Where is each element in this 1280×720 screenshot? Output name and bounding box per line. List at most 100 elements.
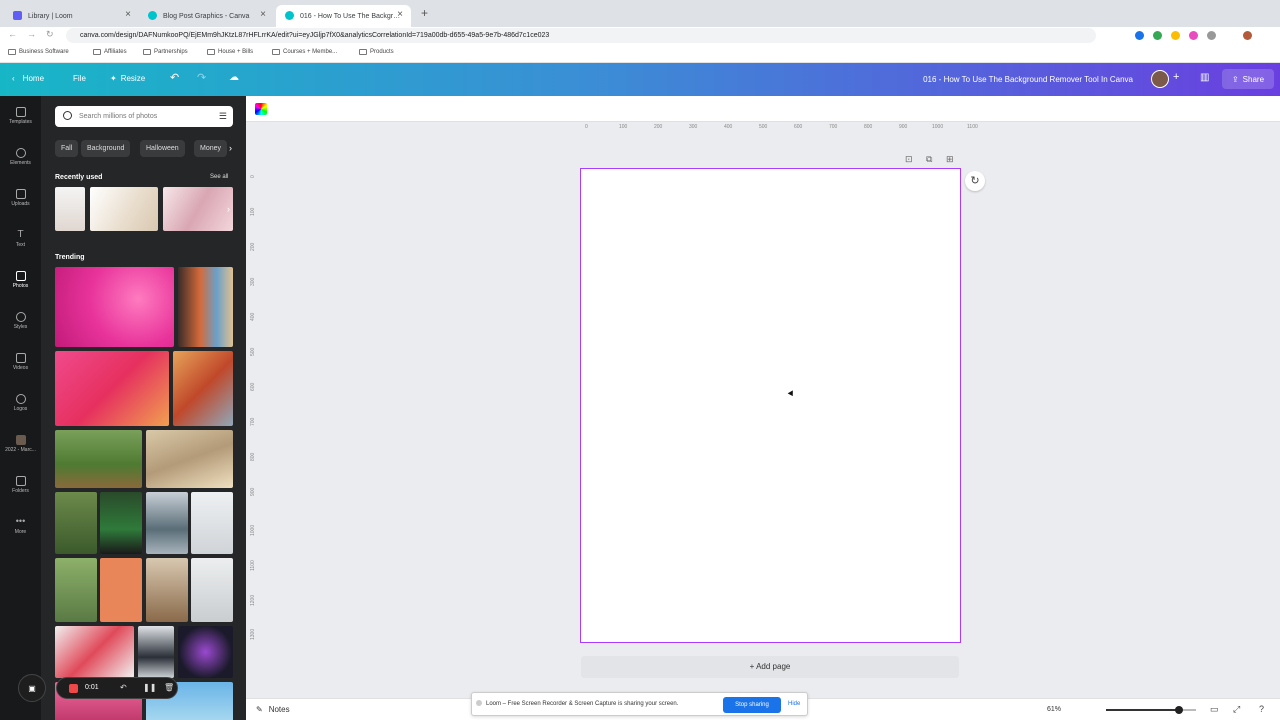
- design-page[interactable]: [580, 168, 961, 643]
- extension-icon[interactable]: [1135, 31, 1144, 40]
- zoom-level[interactable]: 61%: [1047, 706, 1061, 713]
- forward-icon[interactable]: →: [27, 29, 36, 39]
- bookmark-business-software[interactable]: Business Software: [8, 49, 69, 55]
- add-collaborator-icon[interactable]: +: [1173, 71, 1179, 83]
- photo-thumbnail[interactable]: [55, 492, 97, 554]
- photo-thumbnail[interactable]: [55, 267, 174, 347]
- extension-icon[interactable]: [1171, 31, 1180, 40]
- profile-avatar-icon[interactable]: [1243, 31, 1252, 40]
- tab-loom-library[interactable]: Library | Loom ×: [4, 5, 139, 27]
- restart-icon[interactable]: ↶: [120, 683, 127, 692]
- pause-icon[interactable]: ❚❚: [143, 683, 156, 692]
- bookmark-courses[interactable]: Courses + Membe...: [272, 49, 337, 55]
- photo-thumbnail[interactable]: [173, 351, 233, 426]
- photo-thumbnail[interactable]: [146, 430, 233, 488]
- zoom-slider-handle[interactable]: [1175, 706, 1184, 714]
- chip-background[interactable]: Background: [81, 140, 131, 157]
- folder-icon: [8, 49, 16, 55]
- photo-thumbnail[interactable]: [55, 351, 169, 426]
- background-color-swatch[interactable]: [255, 103, 267, 115]
- bookmark-affiliates[interactable]: Affiliates: [93, 49, 127, 55]
- home-button[interactable]: ‹ Home: [12, 74, 44, 83]
- page-count-icon[interactable]: ▭: [1210, 704, 1219, 715]
- close-icon[interactable]: ×: [397, 9, 403, 20]
- extensions-puzzle-icon[interactable]: [1207, 31, 1216, 40]
- url-field[interactable]: canva.com/design/DAFNumkooPQ/EjEMm9hJKtz…: [66, 28, 1096, 43]
- stop-recording-icon[interactable]: [69, 684, 78, 693]
- insights-icon[interactable]: ▥: [1200, 72, 1209, 83]
- extension-icon[interactable]: [1153, 31, 1162, 40]
- photo-thumbnail[interactable]: [138, 626, 174, 678]
- photo-thumbnail[interactable]: [178, 267, 233, 347]
- redo-icon[interactable]: ↷: [197, 71, 206, 84]
- rail-text[interactable]: T Text: [0, 230, 41, 249]
- add-page-icon[interactable]: ⊞: [946, 154, 954, 165]
- chip-fall[interactable]: Fall: [55, 140, 79, 157]
- bookmark-partnerships[interactable]: Partnerships: [143, 49, 188, 55]
- horizontal-ruler: 0 100 200 300 400 500 600 700 800 900 10…: [580, 124, 1000, 134]
- chip-halloween[interactable]: Halloween: [140, 140, 185, 157]
- chevron-right-icon[interactable]: ›: [227, 204, 230, 214]
- back-icon[interactable]: ←: [8, 29, 17, 39]
- camera-toggle-icon[interactable]: ▣: [18, 674, 46, 702]
- tab-blog-post-graphics[interactable]: Blog Post Graphics - Canva ×: [139, 5, 274, 27]
- chevron-right-icon[interactable]: ›: [229, 143, 232, 153]
- photo-thumbnail[interactable]: [191, 492, 233, 554]
- cloud-saved-icon[interactable]: ☁: [229, 72, 239, 83]
- undo-icon[interactable]: ↶: [170, 71, 179, 84]
- fullscreen-icon[interactable]: ⤢: [1233, 704, 1240, 715]
- add-page-button[interactable]: + Add page: [581, 656, 959, 678]
- filter-icon[interactable]: ☰: [219, 111, 227, 122]
- context-toolbar: [246, 96, 1280, 122]
- rail-more[interactable]: ••• More: [0, 517, 41, 536]
- photo-thumbnail[interactable]: [163, 187, 233, 231]
- tab-current-design[interactable]: 016 - How To Use The Backgr… ×: [276, 5, 411, 27]
- rail-logos[interactable]: Logos: [0, 394, 41, 412]
- new-tab-icon[interactable]: +: [421, 6, 428, 20]
- photo-thumbnail[interactable]: [191, 558, 233, 622]
- rail-elements[interactable]: Elements: [0, 148, 41, 166]
- photo-thumbnail[interactable]: [146, 558, 188, 622]
- avatar[interactable]: [1151, 70, 1169, 88]
- rail-videos[interactable]: Videos: [0, 353, 41, 371]
- help-icon[interactable]: ?: [1259, 704, 1264, 714]
- zoom-slider[interactable]: [1106, 706, 1196, 714]
- photo-thumbnail[interactable]: [55, 430, 142, 488]
- lock-icon[interactable]: ⊡: [905, 154, 913, 165]
- share-button[interactable]: ⇪ Share: [1222, 69, 1274, 89]
- bookmark-products[interactable]: Products: [359, 49, 394, 55]
- chip-money[interactable]: Money: [194, 140, 228, 157]
- delete-icon[interactable]: 🗑: [164, 683, 174, 692]
- rail-styles[interactable]: Styles: [0, 312, 41, 330]
- photo-thumbnail[interactable]: [100, 558, 142, 622]
- photo-thumbnail[interactable]: [55, 558, 97, 622]
- see-all-link[interactable]: See all: [210, 174, 228, 180]
- refresh-icon[interactable]: ↻: [965, 171, 985, 191]
- stop-sharing-button[interactable]: Stop sharing: [723, 697, 781, 713]
- reload-icon[interactable]: ↻: [46, 29, 54, 40]
- resize-button[interactable]: ✦ Resize: [110, 74, 145, 83]
- rail-photos[interactable]: Photos: [0, 271, 41, 289]
- bookmark-house-bills[interactable]: House + Bills: [207, 49, 253, 55]
- search-input[interactable]: Search millions of photos ☰: [55, 106, 233, 127]
- extension-icon[interactable]: [1189, 31, 1198, 40]
- photo-thumbnail[interactable]: [55, 187, 85, 231]
- photo-thumbnail[interactable]: [90, 187, 158, 231]
- rail-folder-2022[interactable]: 2022 - Marc...: [0, 435, 41, 453]
- document-title[interactable]: 016 - How To Use The Background Remover …: [923, 75, 1133, 84]
- file-menu-button[interactable]: File: [73, 74, 86, 83]
- notes-button[interactable]: ✎ Notes: [256, 705, 290, 714]
- hide-button[interactable]: Hide: [788, 701, 800, 707]
- rail-uploads[interactable]: Uploads: [0, 189, 41, 207]
- photo-thumbnail[interactable]: [100, 492, 142, 554]
- rail-label: Videos: [12, 365, 29, 371]
- duplicate-page-icon[interactable]: ⧉: [926, 154, 932, 165]
- close-icon[interactable]: ×: [125, 9, 131, 20]
- rail-templates[interactable]: Templates: [0, 107, 41, 125]
- photo-thumbnail[interactable]: [55, 626, 134, 678]
- rail-folders[interactable]: Folders: [0, 476, 41, 494]
- resize-label: Resize: [120, 74, 146, 83]
- photo-thumbnail[interactable]: [178, 626, 233, 678]
- photo-thumbnail[interactable]: [146, 492, 188, 554]
- close-icon[interactable]: ×: [260, 9, 266, 20]
